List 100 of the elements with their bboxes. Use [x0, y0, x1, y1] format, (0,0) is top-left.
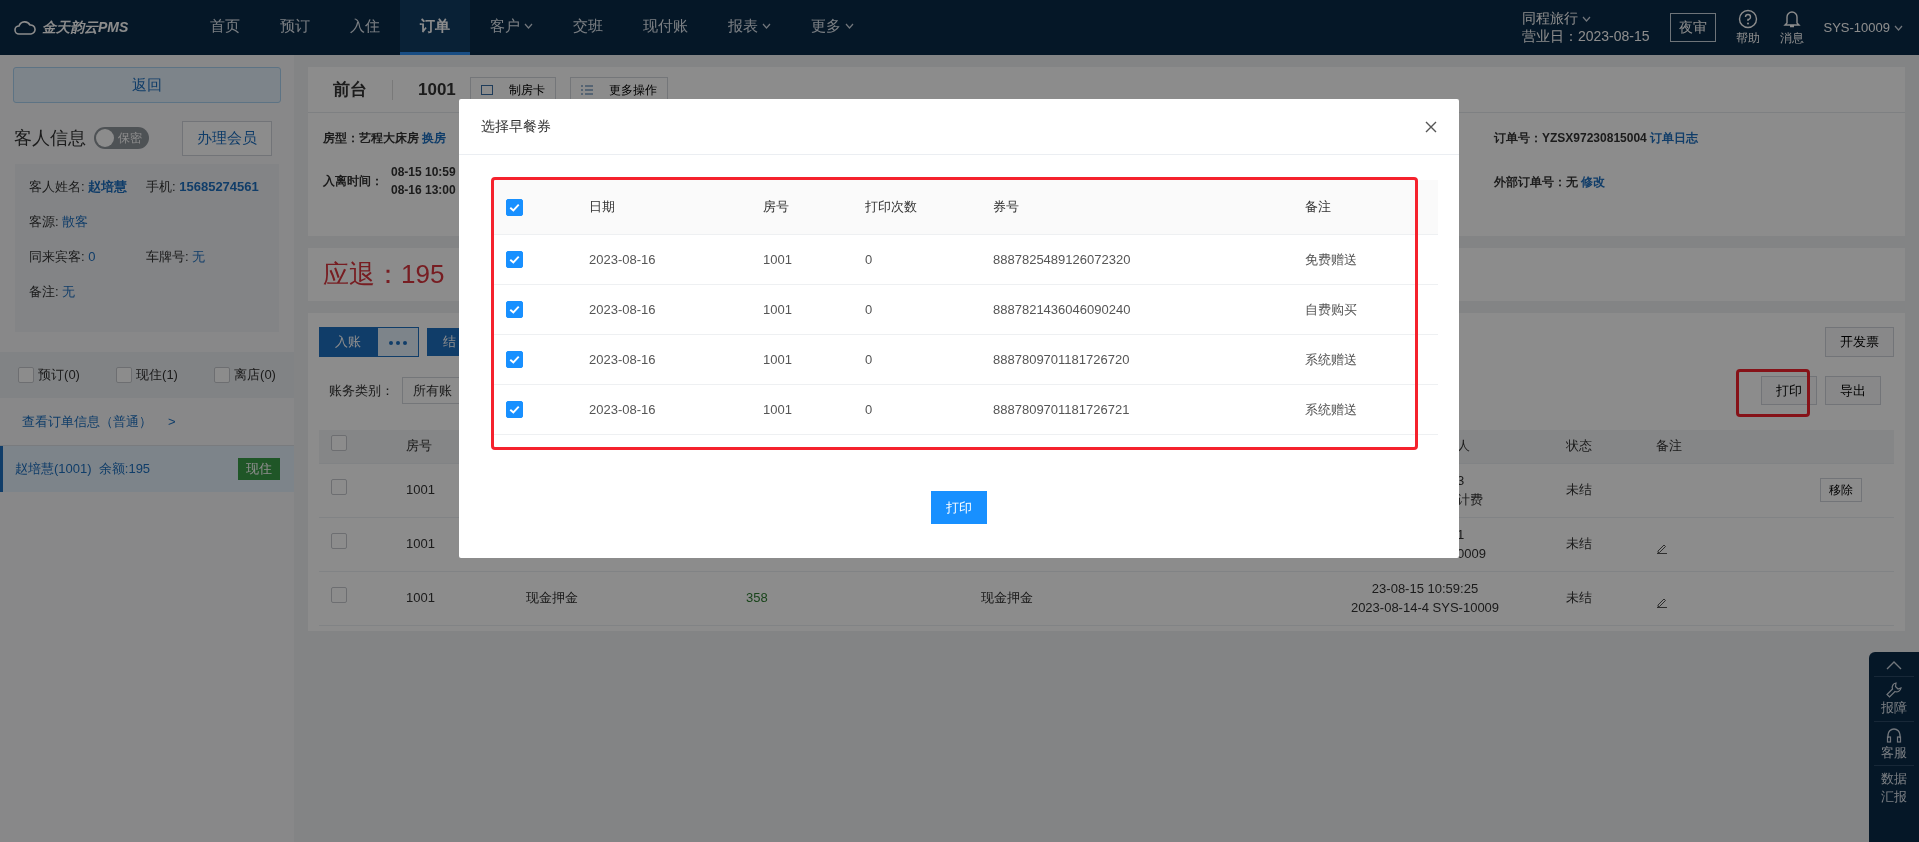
table-cell-text: 0 — [864, 400, 874, 419]
section-title: 客人信息 — [14, 126, 86, 150]
table-cell-text: 未结 — [1565, 535, 1593, 554]
nav-tab[interactable]: 现付账 — [623, 0, 708, 55]
checkbox[interactable] — [506, 351, 523, 368]
dialog-title: 选择早餐券 — [481, 117, 551, 136]
chevron-down-icon — [1581, 15, 1591, 22]
user-menu[interactable]: SYS-10009 — [1823, 17, 1903, 38]
order-info-link[interactable]: 查看订单信息（普通） — [22, 411, 152, 431]
checkbox[interactable] — [116, 366, 133, 383]
checkbox[interactable] — [18, 366, 35, 383]
table-cell-text: 现金押金 — [980, 589, 1034, 608]
change-room-link[interactable]: 换房 — [422, 131, 447, 145]
bell-icon — [1782, 8, 1801, 29]
headphones-icon — [1885, 725, 1903, 744]
checkbox[interactable] — [331, 435, 347, 452]
table-cell-text: 8887809701181726720 — [992, 350, 1131, 369]
filter-label: 离店(0) — [234, 365, 276, 384]
order-log-link[interactable]: 订单日志 — [1650, 131, 1699, 145]
link-arrow[interactable]: > — [168, 411, 176, 431]
refund-amount: 应退：195 — [323, 258, 445, 291]
checkbox[interactable] — [506, 401, 523, 418]
room-number: 1001 — [418, 78, 456, 101]
info-field: 车牌号: 无 — [146, 247, 263, 266]
column-header: 备注 — [1655, 437, 1683, 456]
nav-tab[interactable]: 报表 — [708, 0, 791, 55]
checkbox[interactable] — [506, 301, 523, 318]
external-order-number: 外部订单号：无 修改 — [1494, 174, 1607, 191]
info-field: 客源: 散客 — [29, 212, 146, 231]
checkbox[interactable] — [331, 587, 347, 604]
table-cell-text: 2023-08-14-4 SYS-10009 — [1350, 599, 1500, 617]
more-options-button[interactable] — [377, 327, 419, 357]
wrench-icon — [1885, 681, 1903, 699]
back-button[interactable]: 返回 — [13, 67, 281, 103]
nav-tab[interactable]: 订单 — [400, 0, 470, 55]
print-button[interactable]: 打印 — [931, 491, 987, 524]
info-field: 手机: 15685274561 — [146, 177, 263, 196]
list-icon — [580, 84, 593, 95]
hotel-selector[interactable]: 同程旅行 — [1521, 10, 1650, 28]
night-audit-button[interactable]: 夜审 — [1669, 13, 1716, 42]
side-tool-button[interactable]: 数据汇报 — [1874, 765, 1914, 810]
order-list-item[interactable]: 赵培慧(1001) 余额:195 现住 — [0, 446, 294, 492]
post-charge-button[interactable]: 入账 — [319, 327, 377, 357]
table-cell-text: 未结 — [1565, 481, 1593, 500]
table-cell-text: 8887825489126072320 — [992, 250, 1132, 269]
table-cell-text: 现金押金 — [525, 589, 579, 608]
side-tool-button[interactable]: 报障 — [1874, 676, 1914, 721]
cloud-logo-icon — [14, 20, 36, 35]
nav-tab[interactable]: 交班 — [553, 0, 623, 55]
side-tool-button[interactable]: 客服 — [1874, 720, 1914, 766]
table-cell-text: 1001 — [405, 481, 436, 500]
table-cell-text: 0 — [864, 250, 874, 269]
nav-tab[interactable]: 更多 — [791, 0, 874, 55]
app-logo-text: 金天韵云PMS — [42, 18, 129, 37]
export-button[interactable]: 导出 — [1825, 375, 1881, 406]
table-cell-text: 免费赠送 — [1304, 250, 1358, 269]
nav-tab[interactable]: 入住 — [330, 0, 400, 55]
info-field: 备注: 无 — [29, 282, 146, 301]
checkbox[interactable] — [214, 366, 231, 383]
table-cell-text: 2023-08-16 — [588, 400, 657, 419]
column-header: 房号 — [405, 437, 433, 456]
table-cell-text: 2023-08-16 — [588, 300, 657, 319]
column-header: 打印次数 — [864, 198, 918, 217]
info-field: 同来宾客: 0 — [29, 247, 146, 266]
column-header: 日期 — [588, 198, 616, 217]
business-date: 营业日：2023-08-15 — [1521, 27, 1650, 45]
table-cell-text: 自费购买 — [1304, 300, 1358, 319]
table-cell-text: 2023-08-16 — [588, 350, 657, 369]
checkbox[interactable] — [506, 198, 523, 216]
checkbox[interactable] — [331, 479, 347, 496]
table-cell-text: 1001 — [762, 250, 793, 269]
room-type-field: 房型：艺程大床房 换房 — [323, 129, 456, 147]
status-badge: 现住 — [238, 458, 280, 480]
table-cell-text: 1001 — [762, 400, 793, 419]
help-button[interactable]: 帮助 — [1735, 8, 1760, 47]
edit-link[interactable]: 修改 — [1581, 175, 1606, 189]
nav-tab[interactable]: 首页 — [190, 0, 260, 55]
card-icon — [480, 84, 493, 95]
table-cell-text: 1001 — [405, 589, 436, 608]
ellipsis-icon — [388, 339, 408, 346]
table-cell-text: 0 — [864, 350, 874, 369]
print-button[interactable]: 打印 — [1761, 375, 1817, 406]
check-out-time: 08-16 13:00 — [391, 182, 456, 199]
table-cell-text: 358 — [745, 589, 769, 608]
filter-label: 预订(0) — [38, 365, 80, 384]
member-button[interactable]: 办理会员 — [182, 121, 272, 156]
remove-button[interactable]: 移除 — [1820, 478, 1862, 502]
table-cell-text: 1001 — [405, 535, 436, 554]
checkbox[interactable] — [331, 533, 347, 550]
nav-tab[interactable]: 客户 — [470, 0, 553, 55]
invoice-button[interactable]: 开发票 — [1825, 327, 1894, 357]
chevron-down-icon — [1894, 24, 1903, 31]
chevron-up-icon — [1886, 660, 1902, 670]
checkbox[interactable] — [506, 251, 523, 268]
table-cell-text: 未结 — [1565, 589, 1593, 608]
page-title: 前台 — [333, 78, 367, 101]
messages-button[interactable]: 消息 — [1779, 8, 1804, 47]
stay-label: 入离时间： — [323, 173, 383, 190]
nav-tab[interactable]: 预订 — [260, 0, 330, 55]
table-cell-text: 2023-08-16 — [588, 250, 657, 269]
